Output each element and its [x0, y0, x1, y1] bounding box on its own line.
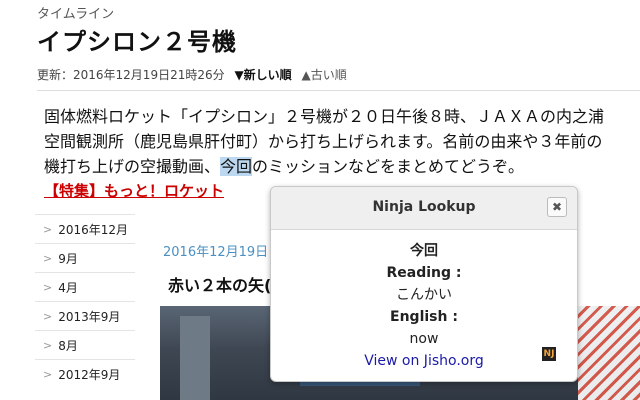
sort-oldest-link[interactable]: ▲古い順: [302, 68, 347, 82]
sort-newest-link[interactable]: ▼新しい順: [234, 68, 291, 82]
sidebar-item[interactable]: >8月: [35, 330, 135, 359]
updated-timestamp: 更新：2016年12月19日21時26分: [37, 68, 225, 82]
article-date: 2016年12月19日: [163, 245, 269, 260]
jisho-link[interactable]: View on Jisho.org: [271, 350, 577, 372]
sidebar-item-label: 2013年9月: [58, 309, 121, 324]
english-value: now: [409, 331, 439, 347]
sidebar-item[interactable]: >2013年9月: [35, 301, 135, 330]
divider: [37, 90, 640, 91]
intro-line: 固体燃料ロケット「イプシロン」２号機が２０日午後８時、ＪＡＸＡの内之浦: [44, 107, 605, 126]
sidebar-item-label: 2016年12月: [58, 222, 129, 237]
chevron-right-icon: >: [43, 338, 53, 352]
update-meta: 更新：2016年12月19日21時26分 ▼新しい順 ▲古い順: [37, 66, 347, 83]
article-title[interactable]: 赤い２本の矢(: [168, 272, 271, 296]
chevron-right-icon: >: [43, 222, 53, 236]
sidebar-item[interactable]: >9月: [35, 243, 135, 272]
sidebar-item-label: 2012年9月: [58, 367, 121, 382]
english-label: English :: [390, 309, 458, 325]
category-label[interactable]: タイムライン: [37, 3, 114, 22]
ninja-lookup-popup: Ninja Lookup ✖ 今回 Reading : こんかい English…: [270, 186, 578, 382]
ninja-logo-icon: NJ: [542, 347, 556, 361]
photo-detail: [578, 306, 640, 400]
intro-line: 機打ち上げの空撮動画、今回のミッションなどをまとめてどうぞ。: [44, 154, 640, 179]
lookup-word: 今回: [410, 243, 438, 259]
page-title: イプシロン２号機: [37, 28, 237, 56]
reading-label: Reading :: [386, 265, 462, 281]
chevron-right-icon: >: [43, 251, 53, 265]
sidebar-item[interactable]: >2016年12月: [35, 214, 135, 243]
sidebar-item-label: 8月: [58, 338, 78, 353]
feature-link[interactable]: 【特集】もっと！ロケット: [44, 180, 224, 201]
sidebar-item-label: 9月: [58, 251, 78, 266]
sidebar-item[interactable]: >2012年9月: [35, 359, 135, 388]
selected-word[interactable]: 今回: [220, 157, 253, 176]
intro-text: 機打ち上げの空撮動画、: [44, 157, 221, 176]
popup-header: Ninja Lookup ✖: [271, 187, 577, 230]
chevron-right-icon: >: [43, 367, 53, 381]
reading-value: こんかい: [396, 287, 452, 303]
popup-body: 今回 Reading : こんかい English : now View on …: [271, 240, 577, 372]
sidebar-item-label: 4月: [58, 280, 78, 295]
intro-text: のミッションなどをまとめてどうぞ。: [252, 157, 525, 176]
close-icon[interactable]: ✖: [547, 197, 567, 217]
popup-title: Ninja Lookup: [372, 199, 476, 215]
chevron-right-icon: >: [43, 280, 53, 294]
photo-detail: [180, 316, 210, 400]
article-intro: 固体燃料ロケット「イプシロン」２号機が２０日午後８時、ＪＡＸＡの内之浦 空間観測…: [44, 104, 640, 179]
sidebar-item[interactable]: >4月: [35, 272, 135, 301]
archive-sidebar: >2016年12月 >9月 >4月 >2013年9月 >8月 >2012年9月: [35, 214, 135, 388]
chevron-right-icon: >: [43, 309, 53, 323]
intro-line: 空間観測所（鹿児島県肝付町）から打ち上げられます。名前の由来や３年前の: [44, 132, 603, 151]
